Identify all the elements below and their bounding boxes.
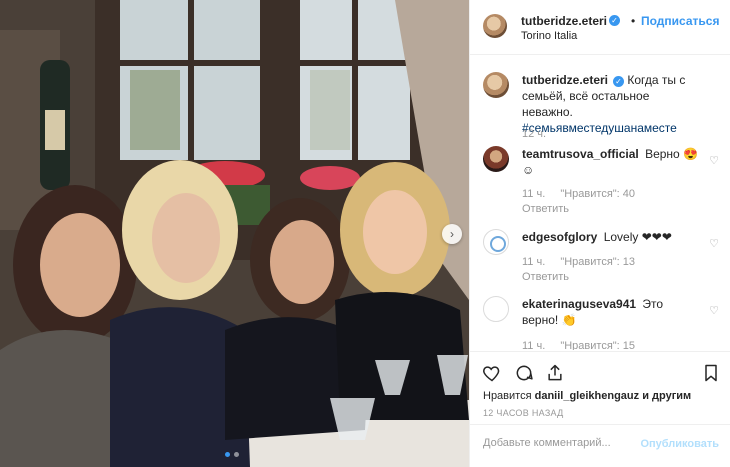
liked-by: Нравится daniil_gleikhengauz и другим	[483, 390, 691, 402]
liked-user-link[interactable]: daniil_gleikhengauz	[535, 390, 640, 402]
comment-meta: 11 ч. "Нравится": 15	[522, 340, 635, 350]
separator: •	[631, 14, 636, 28]
commenter-avatar[interactable]	[483, 229, 509, 255]
comments-list[interactable]: tutberidze.eteri ✓ Когда ты с семьёй, всё…	[470, 56, 730, 350]
comment-text: Lovely ❤❤❤	[603, 230, 672, 244]
publish-button[interactable]: Опубликовать	[640, 438, 719, 450]
reply-button[interactable]: Ответить	[522, 203, 569, 215]
comment-meta: 11 ч. "Нравится": 40	[522, 188, 635, 200]
carousel-dot	[225, 452, 230, 457]
post-photo[interactable]: ›	[0, 0, 469, 467]
commenter-avatar[interactable]	[483, 146, 509, 172]
verified-badge-icon: ✓	[613, 76, 625, 87]
chevron-right-icon: ›	[450, 227, 454, 241]
caption-time: 12 ч.	[522, 128, 547, 140]
liked-prefix: Нравится	[483, 390, 532, 402]
post-time-ago[interactable]: 12 ЧАСОВ НАЗАД	[483, 408, 564, 418]
post-sidebar: tutberidze.eteri ✓ • Подписаться Torino …	[469, 0, 730, 467]
comment-username[interactable]: ekaterinaguseva941	[522, 297, 636, 311]
commenter-avatar[interactable]	[483, 296, 509, 322]
author-avatar[interactable]	[483, 14, 507, 38]
add-comment-bar: Опубликовать	[470, 424, 730, 467]
comment-likes[interactable]: "Нравится": 40	[560, 188, 635, 200]
post-header: tutberidze.eteri ✓ • Подписаться Torino …	[470, 0, 730, 55]
post-location[interactable]: Torino Italia	[521, 30, 577, 42]
comment-username[interactable]: edgesofglory	[522, 230, 597, 244]
caption-username[interactable]: tutberidze.eteri	[522, 73, 608, 87]
comment-meta: 11 ч. "Нравится": 13	[522, 256, 635, 268]
comment-time: 11 ч.	[522, 188, 546, 200]
comment-bubble-icon[interactable]	[513, 362, 535, 384]
follow-button[interactable]: Подписаться	[641, 14, 719, 28]
carousel-dot	[234, 452, 239, 457]
share-arrow-icon[interactable]	[544, 362, 566, 384]
carousel-dots	[225, 452, 239, 457]
verified-badge-icon: ✓	[609, 15, 620, 26]
carousel-next-button[interactable]: ›	[442, 224, 462, 244]
comment-input[interactable]	[483, 437, 643, 449]
comment-time: 11 ч.	[522, 340, 546, 350]
group-photo-image	[0, 0, 469, 467]
comment-like-icon[interactable]: ♡	[709, 304, 719, 317]
comment-time: 11 ч.	[522, 256, 546, 268]
bookmark-icon[interactable]	[700, 362, 722, 384]
author-username[interactable]: tutberidze.eteri	[521, 14, 607, 28]
comment-like-icon[interactable]: ♡	[709, 154, 719, 167]
comment-username[interactable]: teamtrusova_official	[522, 147, 639, 161]
author-avatar[interactable]	[483, 72, 509, 98]
comment-like-icon[interactable]: ♡	[709, 237, 719, 250]
liked-suffix[interactable]: и другим	[642, 390, 691, 402]
reply-button[interactable]: Ответить	[522, 271, 569, 283]
comment-likes[interactable]: "Нравится": 13	[560, 256, 635, 268]
heart-outline-icon[interactable]	[481, 362, 503, 384]
comment-likes[interactable]: "Нравится": 15	[560, 340, 635, 350]
